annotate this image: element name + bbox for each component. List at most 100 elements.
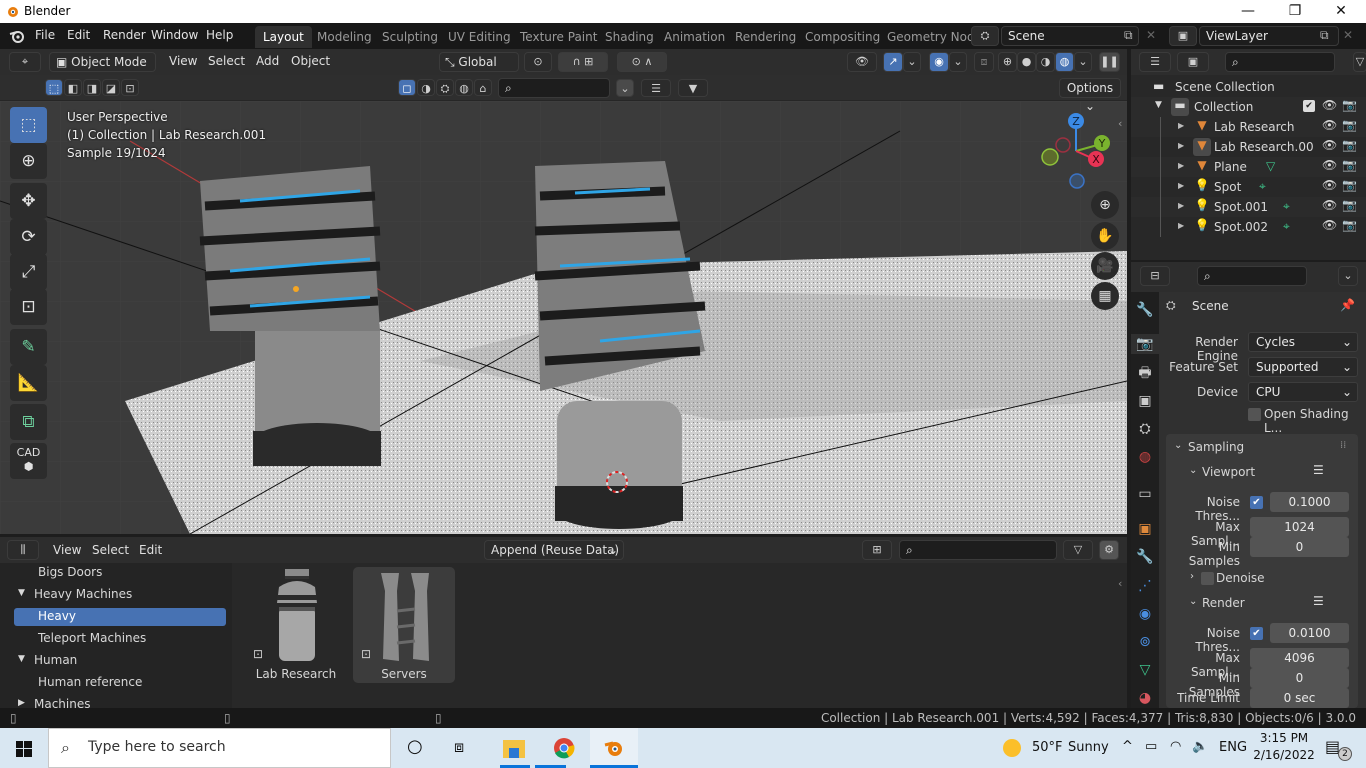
eye-icon[interactable]: 👁 [1322,178,1337,192]
tab-shading[interactable]: Shading [597,26,662,48]
viewport-menu-object[interactable]: Object [291,54,330,68]
camera-render-icon[interactable]: 📷 [1342,98,1357,112]
eye-icon[interactable]: 👁 [1322,118,1337,132]
minimize-button[interactable]: — [1225,0,1271,23]
catalog-item[interactable]: Bigs Doors [14,564,226,582]
menu-render[interactable]: Render [103,28,146,42]
view-layer-tab-icon[interactable]: ▣ [1135,391,1155,411]
chevron-down-icon[interactable]: ⌄ [1174,440,1182,451]
tab-layout[interactable]: Layout [255,26,312,48]
collection-tab-icon[interactable]: ▭ [1135,484,1155,504]
camera-render-icon[interactable]: 📷 [1342,118,1357,132]
chevron-right-icon[interactable]: › [1190,571,1194,582]
add-cube-tool[interactable]: ⧉ [10,404,47,440]
tab-texture-paint[interactable]: Texture Paint [512,26,605,48]
denoise-checkbox[interactable] [1201,572,1214,585]
menu-help[interactable]: Help [206,28,233,42]
outliner-row[interactable]: ▶ ▼ Lab Research.00 👁 📷 [1131,137,1366,157]
camera-render-icon[interactable]: 📷 [1342,218,1357,232]
chevron-down-icon[interactable]: ⌄ [1189,465,1197,476]
render-min-samples-field[interactable]: 0 [1250,668,1349,688]
modifier-tab-icon[interactable]: 🔧 [1135,547,1155,567]
filter-object-button[interactable]: ◻ [398,79,416,96]
toggle-button[interactable]: ⌄ [616,79,634,97]
render-subpanel-header[interactable]: Render [1202,596,1245,610]
expand-arrow-right-icon[interactable]: ▶ [18,698,25,708]
transform-tool[interactable]: ⊡ [10,289,47,325]
mode-dropdown[interactable]: ▣ Object Mode ⌄ [49,52,156,87]
outliner-editor-type-button[interactable]: ☰ [1139,52,1171,72]
camera-render-icon[interactable]: 📷 [1342,158,1357,172]
chevron-down-icon[interactable]: ⌄ [1189,596,1197,607]
outliner-row-collection[interactable]: ▼ ▬ Collection ✔ 👁 📷 [1131,97,1366,117]
camera-render-icon[interactable]: 📷 [1342,138,1357,152]
camera-view-button[interactable]: 🎥 [1091,252,1119,280]
expand-arrow-icon[interactable]: ▶ [1178,181,1184,190]
asset-sidebar-toggle-icon[interactable]: ‹ [1118,577,1122,590]
menu-file[interactable]: File [35,28,55,42]
editor-type-button[interactable]: ⌖ [9,52,41,72]
blender-menu-icon[interactable] [9,28,25,44]
outliner-filter-button[interactable]: ▽ [1353,52,1366,72]
shading-solid-button[interactable]: ● [1017,52,1036,72]
new-scene-icon[interactable]: ⧉ [1124,28,1133,43]
view-layer-selector-button[interactable]: ▣ [1169,26,1197,46]
pivot-point-button[interactable]: ⊙ [524,52,552,72]
properties-options-dropdown[interactable]: ⌄ [1338,266,1358,286]
select-box-tool[interactable]: ⬚ [10,107,47,143]
eye-icon[interactable]: 👁 [1322,138,1337,152]
outliner-search-input[interactable]: ⌕ [1225,52,1335,72]
close-button[interactable]: ✕ [1318,0,1364,23]
tab-uv-editing[interactable]: UV Editing [440,26,519,48]
move-tool[interactable]: ✥ [10,183,47,219]
filter-brush-button[interactable]: ⌂ [474,79,492,96]
mesh-data-icon[interactable]: ▽ [1266,159,1275,173]
delete-scene-icon[interactable]: ✕ [1146,28,1156,42]
tool-tab-icon[interactable]: 🔧 [1135,300,1155,320]
navigation-gizmo[interactable]: Z Y X [1035,111,1125,191]
expand-arrow-icon[interactable]: ▶ [1178,141,1184,150]
outliner-row[interactable]: ▶ 💡 Spot ⌖ 👁 📷 [1131,177,1366,197]
display-mode-button[interactable]: ▣ [1177,52,1209,72]
overlays-toggle-button[interactable]: ◉ [929,52,949,72]
expand-arrow-icon[interactable]: ▶ [1178,201,1184,210]
asset-filter-dropdown[interactable]: ▽ [1063,540,1093,560]
shading-material-button[interactable]: ◑ [1036,52,1055,72]
pin-icon[interactable]: 📌 [1340,298,1355,312]
render-tab-icon[interactable]: 📷 [1131,334,1159,354]
sampling-header[interactable]: Sampling [1188,440,1244,454]
scene-name-field[interactable]: Scene [1001,26,1139,46]
cortana-icon[interactable]: ○ [407,736,423,757]
camera-render-icon[interactable]: 📷 [1342,178,1357,192]
time-limit-field[interactable]: 0 sec [1250,688,1349,708]
tab-animation[interactable]: Animation [656,26,733,48]
import-method-dropdown[interactable]: Append (Reuse Data) ⌄ [484,540,624,560]
viewport-menu-add[interactable]: Add [256,54,279,68]
pan-view-button[interactable]: ✋ [1091,222,1119,250]
menu-edit[interactable]: Edit [67,28,90,42]
transform-orientation-dropdown[interactable]: ⤡ Global [439,52,519,72]
ortho-toggle-button[interactable]: ▦ [1091,282,1119,310]
select-mode-new-button[interactable]: ⬚ [45,79,63,96]
options-dropdown[interactable]: Options ⌄ [1059,78,1121,113]
measure-tool[interactable]: 📐 [10,365,47,401]
maximize-button[interactable]: ❐ [1272,0,1318,23]
show-hidden-icons-chevron-icon[interactable]: ^ [1122,739,1133,754]
chrome-icon[interactable] [553,737,575,759]
scene-selector-button[interactable]: ⛭ [971,26,999,46]
feature-set-dropdown[interactable]: Supported ⌄ [1248,357,1358,377]
menu-window[interactable]: Window [151,28,198,42]
asset-menu-view[interactable]: View [53,543,81,557]
viewport-menu-view[interactable]: View [169,54,197,68]
gizmo-dropdown[interactable]: ⌄ [903,52,921,72]
properties-editor-type-button[interactable]: ⊟ [1140,266,1170,286]
catalog-item[interactable]: ▼ Heavy Machines [14,586,226,604]
asset-menu-edit[interactable]: Edit [139,543,162,557]
tab-compositing[interactable]: Compositing [797,26,888,48]
tab-geometry-nodes[interactable]: Geometry Nod [879,26,983,48]
select-mode-extend-button[interactable]: ◧ [64,79,82,96]
pause-render-button[interactable]: ❚❚ [1099,52,1120,72]
data-tab-icon[interactable]: ▽ [1135,660,1155,680]
physics-tab-icon[interactable]: ◉ [1135,604,1155,624]
select-mode-subtract-button[interactable]: ◨ [83,79,101,96]
